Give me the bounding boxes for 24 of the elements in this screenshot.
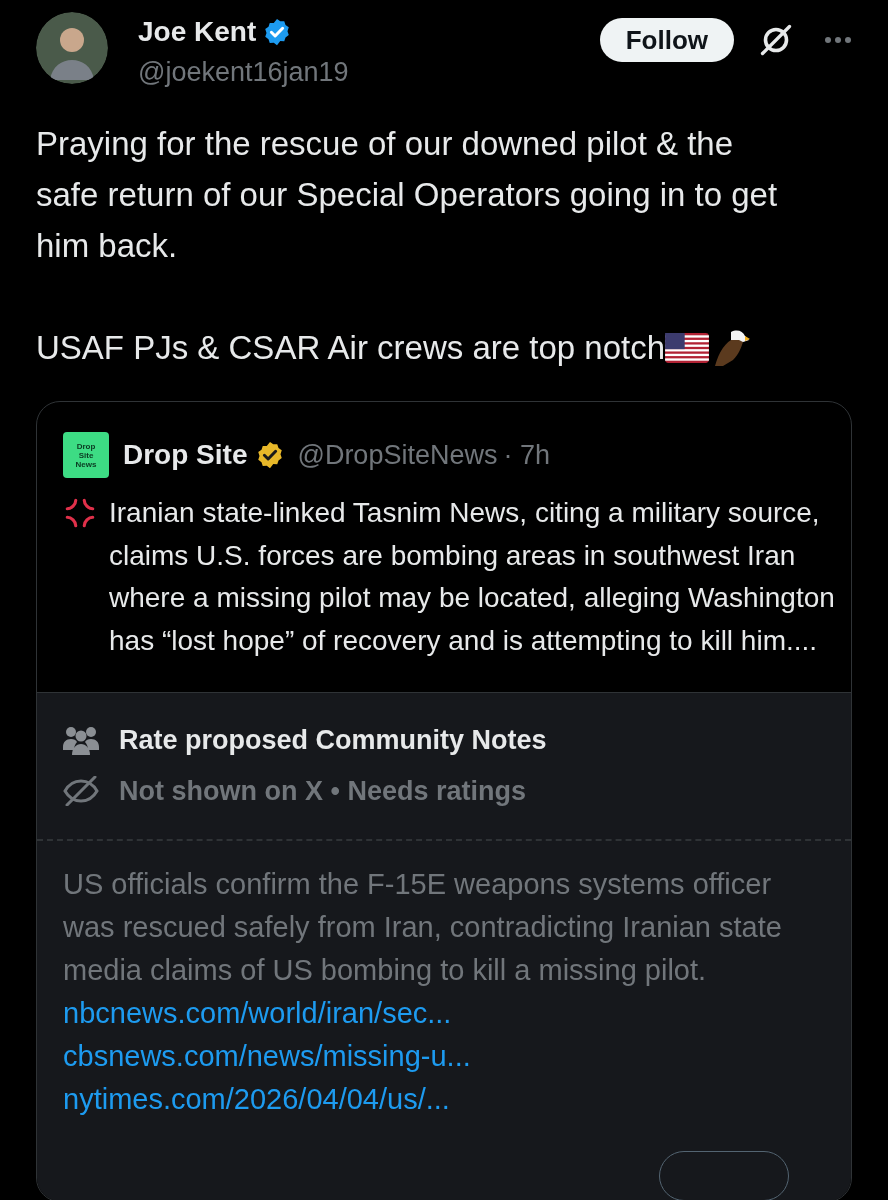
quoted-post-text: Iranian state-linked Tasnim News, citing a military source, claims U.S. forces are bombing areas in southwest Iran where a missing pilot may be located, alleging Washington has “lost hope” of recovery and is attempting to kill him.... (109, 496, 836, 658)
hidden-eye-icon (63, 776, 99, 806)
author-handle[interactable]: @joekent16jan19 (138, 52, 349, 92)
flag-icon (665, 332, 710, 363)
note-status: Not shown on X • Needs ratings (119, 774, 526, 808)
avatar[interactable] (36, 12, 108, 84)
more-icon[interactable] (824, 36, 852, 44)
author-name[interactable]: Joe Kent (138, 11, 257, 53)
source-link[interactable]: nytimes.com/2026/04/04/us/... (63, 1083, 450, 1115)
people-icon (63, 725, 99, 755)
quoted-post-card[interactable] (36, 401, 852, 1200)
post-time: · 7h (503, 438, 550, 472)
source-link[interactable]: cbsnews.com/news/missing-u... (63, 1040, 471, 1072)
quoted-author-name: Drop Site (123, 438, 248, 472)
quoted-author-handle: @DropSiteNews (297, 438, 498, 472)
source-logo: Drop Site News (63, 432, 109, 478)
post-text: Praying for the rescue of our downed pilot & the safe return of our Special Operators going in to get him back. (36, 124, 779, 266)
post-text: USAF PJs & CSAR Air crews are top notch (36, 328, 666, 368)
follow-button[interactable]: Follow (599, 18, 734, 62)
note-text: US officials confirm the F-15E weapons systems officer was rescued safely from Iran, contradicting Iranian state media claims of US bombing to kill a missing pilot. nbcnews.com/world/iran/sec... (63, 867, 783, 1031)
source-link[interactable]: nbcnews.com/world/iran/sec... (63, 997, 452, 1029)
community-notes-title[interactable]: Rate proposed Community Notes (119, 719, 547, 761)
anger-icon (63, 496, 97, 530)
slashed-circle-icon[interactable] (758, 22, 794, 58)
